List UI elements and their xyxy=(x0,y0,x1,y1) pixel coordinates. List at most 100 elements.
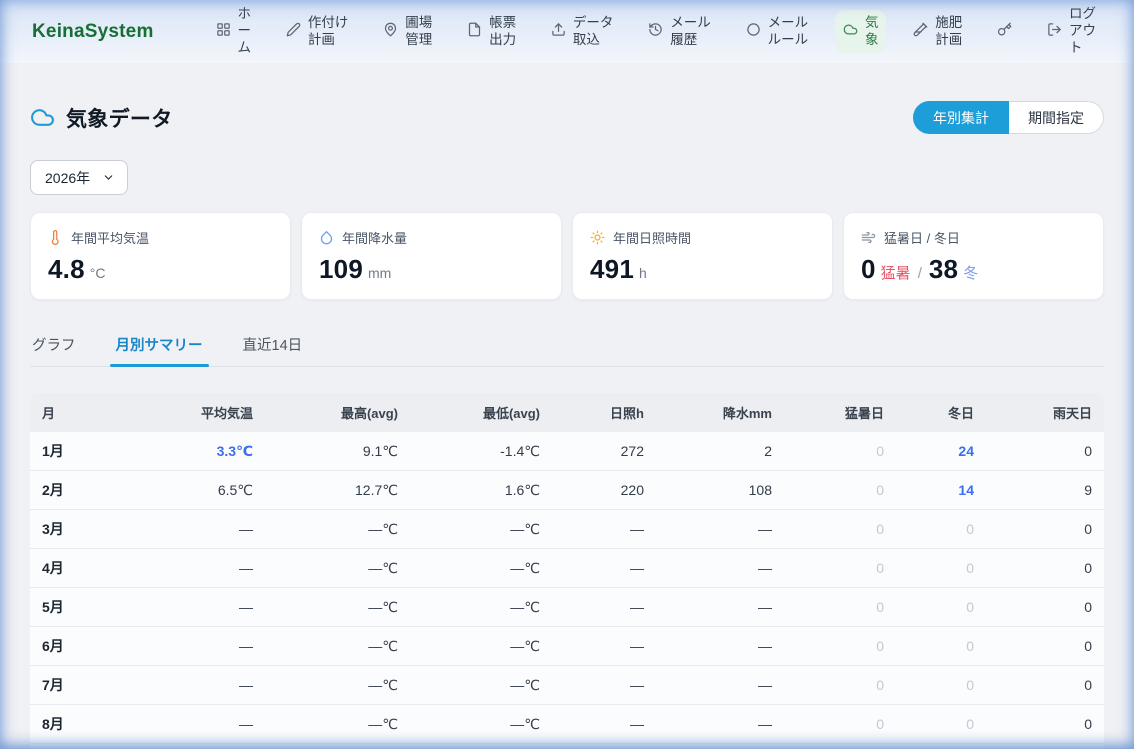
value-cell: —℃ xyxy=(265,549,410,588)
dashboard-icon xyxy=(216,22,231,42)
table-header-row: 月平均気温最高(avg)最低(avg)日照h降水mm猛暑日冬日雨天日 xyxy=(30,393,1104,432)
stat-card-annual-avg-temp: 年間平均気温4.8°C xyxy=(30,212,291,300)
value-cell: — xyxy=(170,627,265,666)
nav-item-label: データ 取込 xyxy=(573,15,614,49)
stat-card-annual-rainfall: 年間降水量 109mm xyxy=(301,212,562,300)
value-cell: — xyxy=(552,549,656,588)
column-header: 平均気温 xyxy=(170,393,265,432)
brand-logo[interactable]: KeinaSystem xyxy=(32,21,154,43)
nav-item-weather[interactable]: 気 象 xyxy=(835,10,887,54)
value-cell: — xyxy=(656,588,784,627)
value-cell: — xyxy=(170,588,265,627)
value-cell: —℃ xyxy=(410,588,552,627)
value-cell: —℃ xyxy=(265,510,410,549)
value-cell: 14 xyxy=(896,471,986,510)
value-cell: 0 xyxy=(896,627,986,666)
table-row: 7月——℃—℃——000 xyxy=(30,666,1104,705)
value-cell: 9.1℃ xyxy=(265,432,410,471)
value-cell: 3.3℃ xyxy=(170,432,265,471)
nav-items: ホ ー ム 作付け 計画 圃場 管理帳票 出力 データ 取込メール 履歴 メール ルール… xyxy=(208,1,1104,62)
stat-card-label: 年間平均気温 xyxy=(48,228,273,247)
value-cell: 0 xyxy=(784,510,896,549)
tab-recent-14-days[interactable]: 直近14日 xyxy=(241,326,305,366)
page-head: 気象データ 年別集計 期間指定 xyxy=(30,101,1104,134)
value-cell: 0 xyxy=(986,627,1104,666)
table-row: 4月——℃—℃——000 xyxy=(30,549,1104,588)
value-cell: 1.6℃ xyxy=(410,471,552,510)
value-cell: —℃ xyxy=(410,744,552,749)
nav-item-label: 施肥 計画 xyxy=(935,15,962,49)
value-cell: 0 xyxy=(896,666,986,705)
table-row: 3月——℃—℃——000 xyxy=(30,510,1104,549)
nav-item-field-management[interactable]: 圃場 管理 xyxy=(375,10,440,54)
value-cell: 0 xyxy=(986,432,1104,471)
nav-item-label: 気 象 xyxy=(865,15,879,49)
value-cell: —℃ xyxy=(410,666,552,705)
nav-item-logout[interactable]: ログ アウ ト xyxy=(1039,1,1104,62)
column-header: 最低(avg) xyxy=(410,393,552,432)
value-cell: 0 xyxy=(896,705,986,744)
document-icon xyxy=(467,22,482,42)
nav-item-planting-plan[interactable]: 作付け 計画 xyxy=(278,10,357,54)
nav-item-label: メール ルール xyxy=(768,15,809,49)
column-header: 日照h xyxy=(552,393,656,432)
nav-item-report-output[interactable]: 帳票 出力 xyxy=(459,10,524,54)
wind-icon xyxy=(861,230,876,245)
value-cell: 0 xyxy=(784,432,896,471)
value-cell: —℃ xyxy=(410,549,552,588)
logout-icon xyxy=(1047,22,1062,42)
nav-item-label: 圃場 管理 xyxy=(405,15,432,49)
period-select-button[interactable]: 期間指定 xyxy=(1009,101,1104,134)
nav-item-mail-rules[interactable]: メール ルール xyxy=(738,10,817,54)
column-header: 最高(avg) xyxy=(265,393,410,432)
value-cell: —℃ xyxy=(265,705,410,744)
tab-graph[interactable]: グラフ xyxy=(30,326,78,366)
key-icon xyxy=(997,22,1012,42)
droplet-icon xyxy=(319,230,334,245)
table-row: 1月3.3℃9.1℃-1.4℃27220240 xyxy=(30,432,1104,471)
nav-item-data-import[interactable]: データ 取込 xyxy=(543,10,622,54)
month-cell: 3月 xyxy=(30,510,170,549)
value-cell: —℃ xyxy=(410,705,552,744)
value-cell: — xyxy=(170,705,265,744)
top-nav: KeinaSystem ホ ー ム作付け 計画圃場 管理帳票 出力データ 取込メ… xyxy=(0,0,1134,63)
stat-card-annual-sunshine: 年間日照時間491h xyxy=(572,212,833,300)
stat-card-value: 491h xyxy=(590,254,815,285)
value-cell: — xyxy=(552,510,656,549)
nav-item-password-key[interactable] xyxy=(989,17,1020,47)
value-cell: — xyxy=(656,549,784,588)
value-cell: —℃ xyxy=(265,666,410,705)
value-cell: 0 xyxy=(986,744,1104,749)
nav-item-label: ホ ー ム xyxy=(238,6,252,57)
month-cell: 9月 xyxy=(30,744,170,749)
value-cell: 0 xyxy=(986,666,1104,705)
value-cell: 0 xyxy=(896,744,986,749)
yearly-aggregate-button[interactable]: 年別集計 xyxy=(913,101,1009,134)
value-cell: 0 xyxy=(784,705,896,744)
value-cell: — xyxy=(656,510,784,549)
value-cell: — xyxy=(170,510,265,549)
value-cell: 0 xyxy=(986,588,1104,627)
tab-monthly-summary[interactable]: 月別サマリー xyxy=(114,326,205,366)
stat-card-label: 年間降水量 xyxy=(319,228,544,247)
column-header: 降水mm xyxy=(656,393,784,432)
year-select[interactable]: 2026年 xyxy=(30,160,128,195)
stat-card-extreme-days: 猛暑日 / 冬日0猛暑/38冬 xyxy=(843,212,1104,300)
value-cell: — xyxy=(170,666,265,705)
value-cell: —℃ xyxy=(410,510,552,549)
value-cell: — xyxy=(170,744,265,749)
value-cell: — xyxy=(552,666,656,705)
month-cell: 2月 xyxy=(30,471,170,510)
value-cell: — xyxy=(656,627,784,666)
map-pin-icon xyxy=(383,22,398,42)
value-cell: 220 xyxy=(552,471,656,510)
nav-item-home[interactable]: ホ ー ム xyxy=(208,1,260,62)
stat-card-value: 109mm xyxy=(319,254,544,285)
aggregation-toggle: 年別集計 期間指定 xyxy=(913,101,1104,134)
nav-item-mail-history[interactable]: メール 履歴 xyxy=(640,10,719,54)
pencil-icon xyxy=(286,22,301,42)
value-cell: -1.4℃ xyxy=(410,432,552,471)
column-header: 猛暑日 xyxy=(784,393,896,432)
nav-item-fertilizer-plan[interactable]: 施肥 計画 xyxy=(905,10,970,54)
cloud-icon xyxy=(30,105,55,130)
